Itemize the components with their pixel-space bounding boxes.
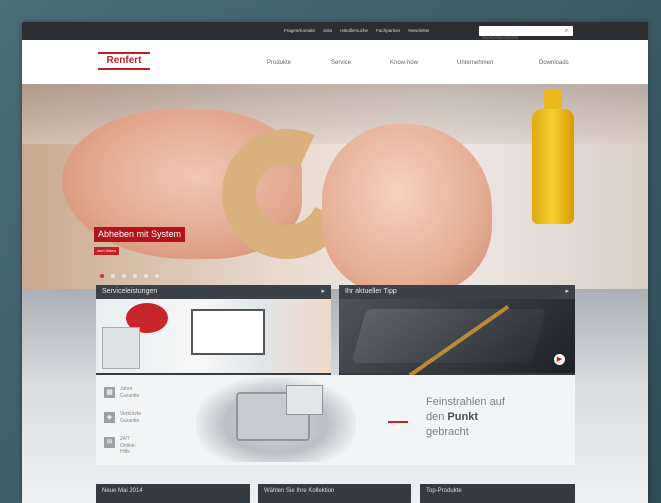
content-area: Serviceleistungen ▸ Ihr aktueller Tipp ▸… [22,285,648,503]
feature-line2: Garantie [120,393,140,399]
bottom-teaser-2[interactable]: Wählen Sie Ihre Kollektion [258,484,411,503]
slogan-line2: den Punkt [426,410,566,425]
slider-dot[interactable] [144,274,148,278]
hero-bottle-cap [544,89,562,111]
nav-item-know-how[interactable]: Know-how [390,60,418,66]
website-page: Fragen/Kontakt Jobs Händlersuche Fachpar… [22,22,648,503]
logo-text: Renfert [106,55,142,66]
slider-dot[interactable] [133,274,137,278]
tip-panel-header[interactable]: Ihr aktueller Tipp ▸ [339,285,575,299]
top-link-contact[interactable]: Fragen/Kontakt [284,27,315,35]
bottom-teaser-title: Top-Produkte [426,488,462,494]
top-link-newsletter[interactable]: Newsletter [408,27,429,35]
service-panel-header[interactable]: Serviceleistungen ▸ [96,285,331,299]
slider-dot[interactable] [100,274,104,278]
slogan-line3: gebracht [426,426,469,438]
logo-bottom-bar [98,68,150,70]
nav-item-products[interactable]: Produkte [267,60,291,66]
search-box: ⌕ [479,26,573,43]
service-panel[interactable]: Serviceleistungen ▸ [96,285,331,375]
nav-item-downloads[interactable]: Downloads [539,60,569,66]
banner-slogan: Feinstrahlen auf den Punkt gebracht [426,395,566,440]
logo-top-bar [98,52,150,54]
bottom-teaser-title: Wählen Sie Ihre Kollektion [264,488,335,494]
slider-dot[interactable] [122,274,126,278]
slogan-prefix: den [426,411,448,423]
feature-line1: Jahre [120,386,133,392]
feature-line1: 24/7 [120,436,130,442]
nav-item-service[interactable]: Service [331,60,351,66]
header: Renfert Produkte Service Know-how Untern… [22,40,648,84]
top-link-jobs[interactable]: Jobs [323,27,333,35]
banner-accent-line [388,421,408,423]
service-panel-title: Serviceleistungen [102,288,158,295]
machine-top [286,385,323,415]
chat-icon: ✉ [104,437,115,448]
logo[interactable]: Renfert [98,51,150,71]
top-links: Fragen/Kontakt Jobs Händlersuche Fachpar… [284,27,430,35]
bottom-teaser-1[interactable]: Neue Mai 2014 [96,484,250,503]
promo-banner[interactable]: ▦ Jahre Garantie ◈ Verkürzte Garantie ✉ … [96,375,575,465]
slider-dots [100,274,159,278]
top-bar: Fragen/Kontakt Jobs Händlersuche Fachpar… [22,22,648,43]
calendar-icon: ▦ [104,387,115,398]
feature-line2: Online-Hilfe [120,443,137,455]
play-icon[interactable]: ▶ [554,354,565,365]
feature-line1: Verkürzte [120,411,142,417]
feature-line2: Garantie [120,418,140,424]
hero-slider[interactable]: Abheben mit System zum Video [22,84,648,289]
service-image[interactable] [96,299,331,373]
search-icon[interactable]: ⌕ [565,28,571,34]
top-link-partners[interactable]: Fachpartner [376,27,400,35]
top-link-dealer-search[interactable]: Händlersuche [340,27,368,35]
tip-image[interactable]: ▶ [339,299,575,378]
shield-icon: ◈ [104,412,115,423]
slider-dot[interactable] [155,274,159,278]
bottom-teaser-title: Neue Mai 2014 [102,488,143,494]
hero-bottle [532,109,574,224]
banner-machine-image [196,377,356,462]
hero-more-button[interactable]: zum Video [94,247,119,255]
slogan-line1: Feinstrahlen auf [426,396,505,408]
chevron-right-icon[interactable]: ▸ [565,288,569,296]
service-image-monitor [191,309,265,355]
tip-panel-title: Ihr aktueller Tipp [345,288,397,295]
hero-hand-right [322,124,492,289]
tip-image-tablet [351,309,547,363]
slogan-bold: Punkt [447,411,478,423]
chevron-right-icon[interactable]: ▸ [321,288,325,296]
bottom-teaser-3[interactable]: Top-Produkte [420,484,575,503]
slider-dot[interactable] [111,274,115,278]
hero-caption[interactable]: Abheben mit System [94,227,186,242]
nav-item-company[interactable]: Unternehmen [457,60,493,66]
service-image-device [102,327,140,369]
tip-panel[interactable]: Ihr aktueller Tipp ▸ ▶ [339,285,575,378]
